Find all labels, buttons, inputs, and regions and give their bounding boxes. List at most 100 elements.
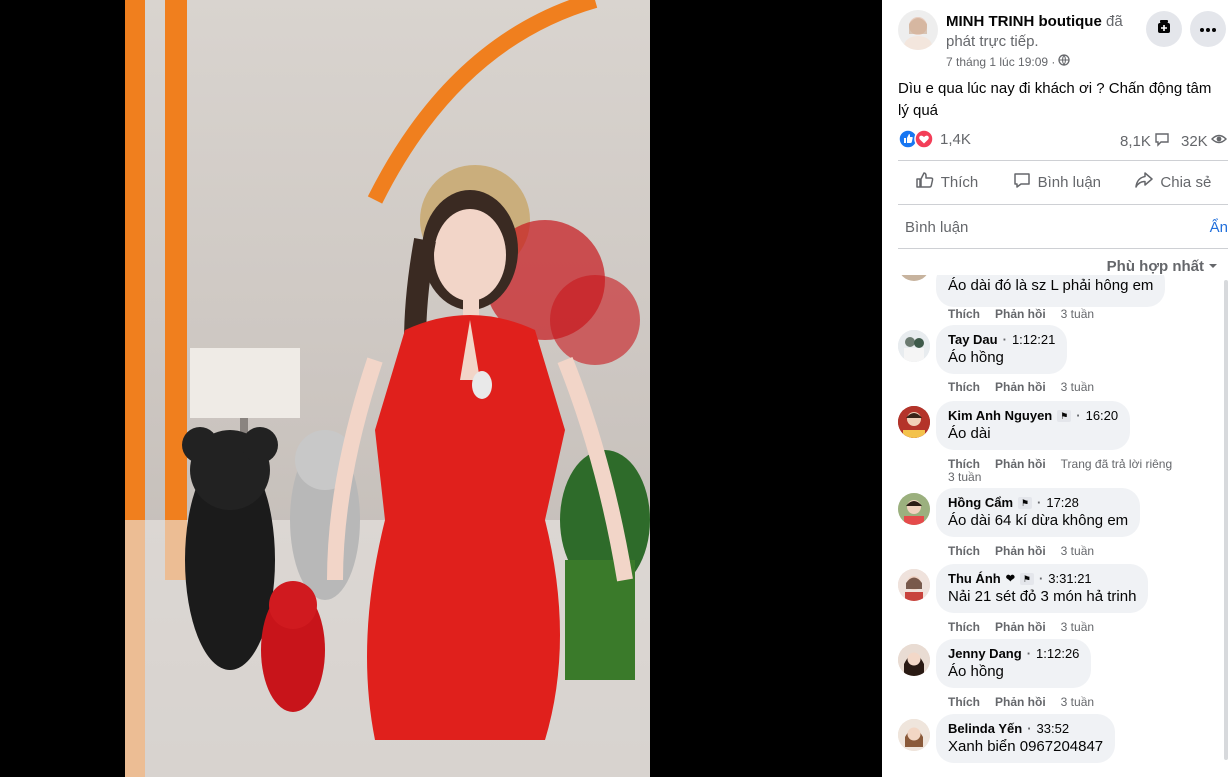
avatar[interactable] (898, 275, 930, 281)
more-dots-icon (1199, 20, 1217, 38)
post-panel: MINH TRINH boutique đã phát trực tiếp. 7… (882, 0, 1230, 777)
divider (898, 204, 1228, 205)
comment-video-time[interactable]: 3:31:21 (1048, 571, 1091, 586)
heart-icon: ❤ (1005, 573, 1015, 585)
comment-count: 8,1K (1120, 132, 1151, 150)
post-stats: 1,4K 8,1K 32K (898, 128, 1228, 150)
thumbs-up-icon (915, 170, 935, 194)
eye-icon (1210, 131, 1227, 151)
more-options-button[interactable] (1190, 11, 1226, 47)
comment-reply-link[interactable]: Phản hồi (995, 695, 1046, 709)
reaction-count[interactable]: 1,4K (940, 131, 971, 148)
comment-age[interactable]: 3 tuần (1061, 544, 1094, 558)
video-player[interactable] (0, 0, 882, 777)
comment-meta: 3 tuần (948, 470, 981, 484)
commenter-name[interactable]: Belinda Yến (948, 721, 1022, 736)
avatar[interactable] (898, 719, 930, 751)
comment-age[interactable]: 3 tuần (1061, 695, 1094, 709)
comment-item: Áo dài đó là sz L phải hông em Thích Phả… (898, 275, 1218, 323)
divider (898, 248, 1228, 249)
comment-label: Bình luận (1037, 173, 1102, 191)
page-avatar[interactable] (898, 10, 938, 50)
share-button[interactable]: Chia sẻ (1134, 170, 1211, 194)
flag-icon: ⚑ (1057, 409, 1072, 422)
like-button[interactable]: Thích (915, 170, 979, 194)
comment-text: Áo dài đó là sz L phải hông em (948, 277, 1154, 294)
comment-like-link[interactable]: Thích (948, 695, 980, 709)
hide-comments-link[interactable]: Ẩn (1210, 219, 1228, 236)
commenter-name[interactable]: Thu Ánh (948, 571, 1001, 586)
comment-input[interactable]: Bình luận (905, 219, 968, 236)
post-timestamp-row: 7 tháng 1 lúc 19:09 · (946, 54, 1071, 69)
comment-like-link[interactable]: Thích (948, 620, 980, 634)
comment-item: Thu Ánh ❤ ⚑ · 3:31:21 Nải 21 sét đỏ 3 món hả… (898, 564, 1218, 634)
comment-like-link[interactable]: Thích (948, 544, 980, 558)
share-icon (1134, 170, 1154, 194)
comment-age[interactable]: 3 tuần (948, 470, 981, 484)
post-header: MINH TRINH boutique đã phát trực tiếp. (946, 12, 1146, 52)
comment-video-time[interactable]: 1:12:26 (1036, 646, 1079, 661)
bookmark-icon (1156, 19, 1172, 40)
comment-like-link[interactable]: Thích (948, 380, 980, 394)
comment-sort-dropdown[interactable]: Phù hợp nhất (1107, 258, 1218, 275)
comments-list: Áo dài đó là sz L phải hông em Thích Phả… (882, 275, 1230, 777)
live-video-frame[interactable] (125, 0, 650, 777)
comment-meta: Thích Phản hồi Trang đã trả lời riêng (948, 457, 1172, 471)
page-name-link[interactable]: MINH TRINH boutique (946, 13, 1102, 30)
comment-meta: Thích Phản hồi 3 tuần (948, 307, 1094, 321)
comment-age[interactable]: 3 tuần (1061, 380, 1094, 394)
comment-reply-link[interactable]: Phản hồi (995, 620, 1046, 634)
comment-meta: Thích Phản hồi 3 tuần (948, 380, 1094, 394)
comment-reply-link[interactable]: Phản hồi (995, 307, 1046, 321)
comment-reply-link[interactable]: Phản hồi (995, 380, 1046, 394)
commenter-name[interactable]: Tay Dau (948, 332, 998, 347)
comment-meta: Thích Phản hồi 3 tuần (948, 620, 1094, 634)
post-caption: Dìu e qua lúc nay đi khách ơi ? Chấn độn… (898, 80, 1212, 119)
scrollbar[interactable] (1224, 280, 1228, 760)
comment-count-link[interactable]: 8,1K (1120, 131, 1170, 151)
sort-label: Phù hợp nhất (1106, 258, 1204, 275)
comment-like-link[interactable]: Thích (948, 307, 980, 321)
commenter-name[interactable]: Jenny Dang (948, 646, 1022, 661)
divider (898, 160, 1228, 161)
comment-bubble: Tay Dau · 1:12:21 Áo hồng (936, 325, 1068, 374)
comment-reply-link[interactable]: Phản hồi (995, 544, 1046, 558)
comment-like-link[interactable]: Thích (948, 457, 980, 471)
comment-text: Áo hồng (948, 663, 1004, 680)
private-reply-note: Trang đã trả lời riêng (1060, 457, 1173, 471)
like-label: Thích (940, 173, 979, 191)
reaction-icons[interactable] (898, 129, 938, 153)
comment-bubble: Hồng Cẩm ⚑ · 17:28 Áo dài 64 kí dừa không e… (936, 488, 1141, 537)
comment-age[interactable]: 3 tuần (1061, 307, 1094, 321)
comment-video-time[interactable]: 16:20 (1086, 408, 1119, 423)
comment-video-time[interactable]: 33:52 (1037, 721, 1070, 736)
comment-bubble: Jenny Dang · 1:12:26 Áo hồng (936, 639, 1092, 688)
comment-meta: Thích Phản hồi 3 tuần (948, 544, 1094, 558)
comment-bubble: Kim Anh Nguyen ⚑ · 16:20 Áo dài (936, 401, 1131, 450)
view-count: 32K (1181, 132, 1208, 150)
comment-button[interactable]: Bình luận (1012, 170, 1101, 194)
comment-text: Nải 21 sét đỏ 3 món hả trinh (948, 588, 1137, 605)
avatar[interactable] (898, 644, 930, 676)
comment-video-time[interactable]: 17:28 (1046, 495, 1079, 510)
save-button[interactable] (1146, 11, 1182, 47)
avatar[interactable] (898, 569, 930, 601)
commenter-name[interactable]: Kim Anh Nguyen (948, 408, 1052, 423)
comment-text: Áo hồng (948, 349, 1004, 366)
commenter-name[interactable]: Hồng Cẩm (948, 495, 1013, 510)
avatar[interactable] (898, 406, 930, 438)
comment-icon (1012, 170, 1032, 194)
comment-item: Belinda Yến · 33:52 Xanh biển 0967204847 (898, 714, 1218, 777)
comment-age[interactable]: 3 tuần (1061, 620, 1094, 634)
comment-input-row: Bình luận Ẩn (898, 210, 1228, 246)
comment-video-time[interactable]: 1:12:21 (1012, 332, 1055, 347)
avatar[interactable] (898, 493, 930, 525)
avatar[interactable] (898, 330, 930, 362)
comment-reply-link[interactable]: Phản hồi (995, 457, 1046, 471)
comment-item: Tay Dau · 1:12:21 Áo hồng Thích Phản hồi 3… (898, 325, 1218, 395)
flag-icon: ⚑ (1018, 496, 1032, 509)
comment-bubble: Thu Ánh ❤ ⚑ · 3:31:21 Nải 21 sét đỏ 3 món hả… (936, 564, 1149, 613)
post-timestamp[interactable]: 7 tháng 1 lúc 19:09 · (946, 55, 1055, 69)
globe-icon (1058, 54, 1071, 69)
comment-bubble: Belinda Yến · 33:52 Xanh biển 0967204847 (936, 714, 1116, 763)
